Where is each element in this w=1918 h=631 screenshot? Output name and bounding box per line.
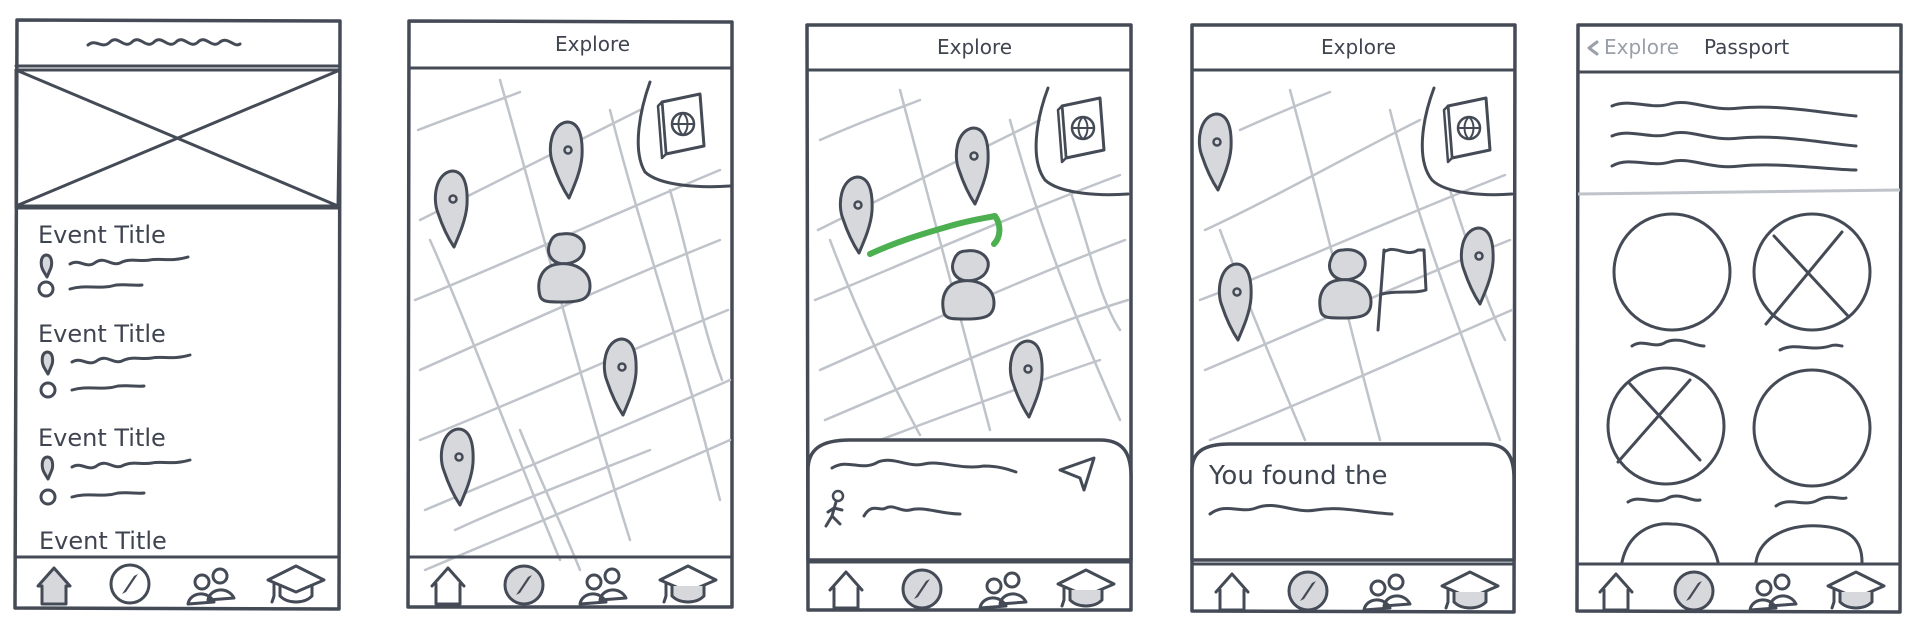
map-pin-icon[interactable]	[1197, 112, 1233, 192]
graduation-cap-icon[interactable]	[1056, 568, 1116, 608]
event-title: Event Title	[39, 527, 167, 555]
tab-bar	[1214, 570, 1500, 612]
home-icon[interactable]	[828, 570, 864, 610]
map-pin-icon[interactable]	[548, 120, 584, 200]
people-icon[interactable]	[578, 567, 628, 606]
header-title: Explore	[555, 32, 630, 56]
passport-icon[interactable]	[656, 92, 706, 160]
back-label: Explore	[1604, 35, 1679, 59]
screen-explore-map: Explore	[406, 19, 734, 609]
home-icon[interactable]	[1598, 572, 1634, 612]
home-icon[interactable]	[430, 566, 466, 606]
graduation-cap-icon[interactable]	[266, 564, 326, 604]
person-icon	[1318, 248, 1373, 320]
screen-passport: Explore Passport	[1575, 23, 1903, 614]
person-icon	[941, 249, 996, 321]
wireframe-board: Event Title Event Title Event Title Even…	[13, 18, 1903, 614]
header-title: Passport	[1704, 35, 1789, 59]
event-item[interactable]: Event Title	[39, 527, 167, 555]
event-item[interactable]: Event Title	[37, 221, 190, 298]
event-title: Event Title	[38, 424, 166, 452]
stamp-slot[interactable]	[1752, 368, 1872, 508]
event-title: Event Title	[38, 320, 166, 348]
clock-icon	[39, 488, 57, 506]
compass-icon[interactable]	[901, 568, 943, 610]
clock-icon	[37, 280, 55, 298]
compass-icon[interactable]	[1287, 570, 1329, 612]
bottom-sheet[interactable]: You found the	[1190, 442, 1516, 562]
graduation-cap-icon[interactable]	[1826, 570, 1886, 610]
tab-bar	[828, 568, 1116, 610]
map-pin-icon[interactable]	[1459, 226, 1495, 306]
header-title: Explore	[1321, 35, 1396, 59]
stamp-slot-crossed[interactable]	[1752, 212, 1872, 352]
people-icon[interactable]	[1748, 573, 1798, 612]
logo-squiggle	[86, 38, 242, 47]
tab-bar	[36, 563, 326, 606]
passport-icon[interactable]	[1442, 96, 1492, 164]
compass-icon[interactable]	[109, 563, 151, 605]
tab-bar	[1598, 570, 1886, 612]
people-icon[interactable]	[186, 567, 236, 606]
home-icon[interactable]	[36, 566, 72, 606]
map-pin-icon[interactable]	[1008, 339, 1044, 419]
event-item[interactable]: Event Title	[38, 320, 192, 399]
screen-explore-route: Explore	[805, 23, 1133, 612]
found-message: You found the	[1208, 461, 1388, 491]
graduation-cap-icon[interactable]	[658, 564, 718, 604]
location-pin-icon	[40, 350, 55, 376]
stamp-slot[interactable]	[1612, 212, 1732, 348]
bottom-sheet[interactable]	[806, 438, 1133, 562]
map-pin-icon[interactable]	[439, 427, 475, 507]
screen-event-list: Event Title Event Title Event Title Even…	[13, 18, 342, 611]
screen-explore-found: Explore You found the	[1190, 23, 1517, 614]
map-pin-icon[interactable]	[602, 337, 638, 417]
map-pin-icon[interactable]	[433, 169, 469, 249]
event-title: Event Title	[38, 221, 166, 249]
compass-icon[interactable]	[503, 564, 545, 606]
compass-icon[interactable]	[1673, 570, 1715, 612]
location-pin-icon	[39, 253, 54, 279]
tab-bar	[430, 564, 718, 606]
map-pin-icon[interactable]	[954, 126, 990, 206]
event-item[interactable]: Event Title	[38, 424, 192, 506]
people-icon[interactable]	[978, 571, 1028, 610]
map-pin-icon[interactable]	[1217, 262, 1253, 342]
home-icon[interactable]	[1214, 572, 1250, 612]
header-title: Explore	[937, 35, 1012, 59]
passport-icon[interactable]	[1056, 96, 1106, 164]
stamp-slot-crossed[interactable]	[1606, 366, 1726, 504]
people-icon[interactable]	[1362, 573, 1412, 612]
graduation-cap-icon[interactable]	[1440, 570, 1500, 610]
hero-image-placeholder	[14, 68, 342, 208]
map-pin-icon[interactable]	[838, 175, 874, 255]
location-pin-icon	[40, 455, 55, 481]
flag-icon	[1376, 247, 1428, 332]
back-button[interactable]: Explore	[1587, 35, 1679, 59]
clock-icon	[39, 381, 57, 399]
